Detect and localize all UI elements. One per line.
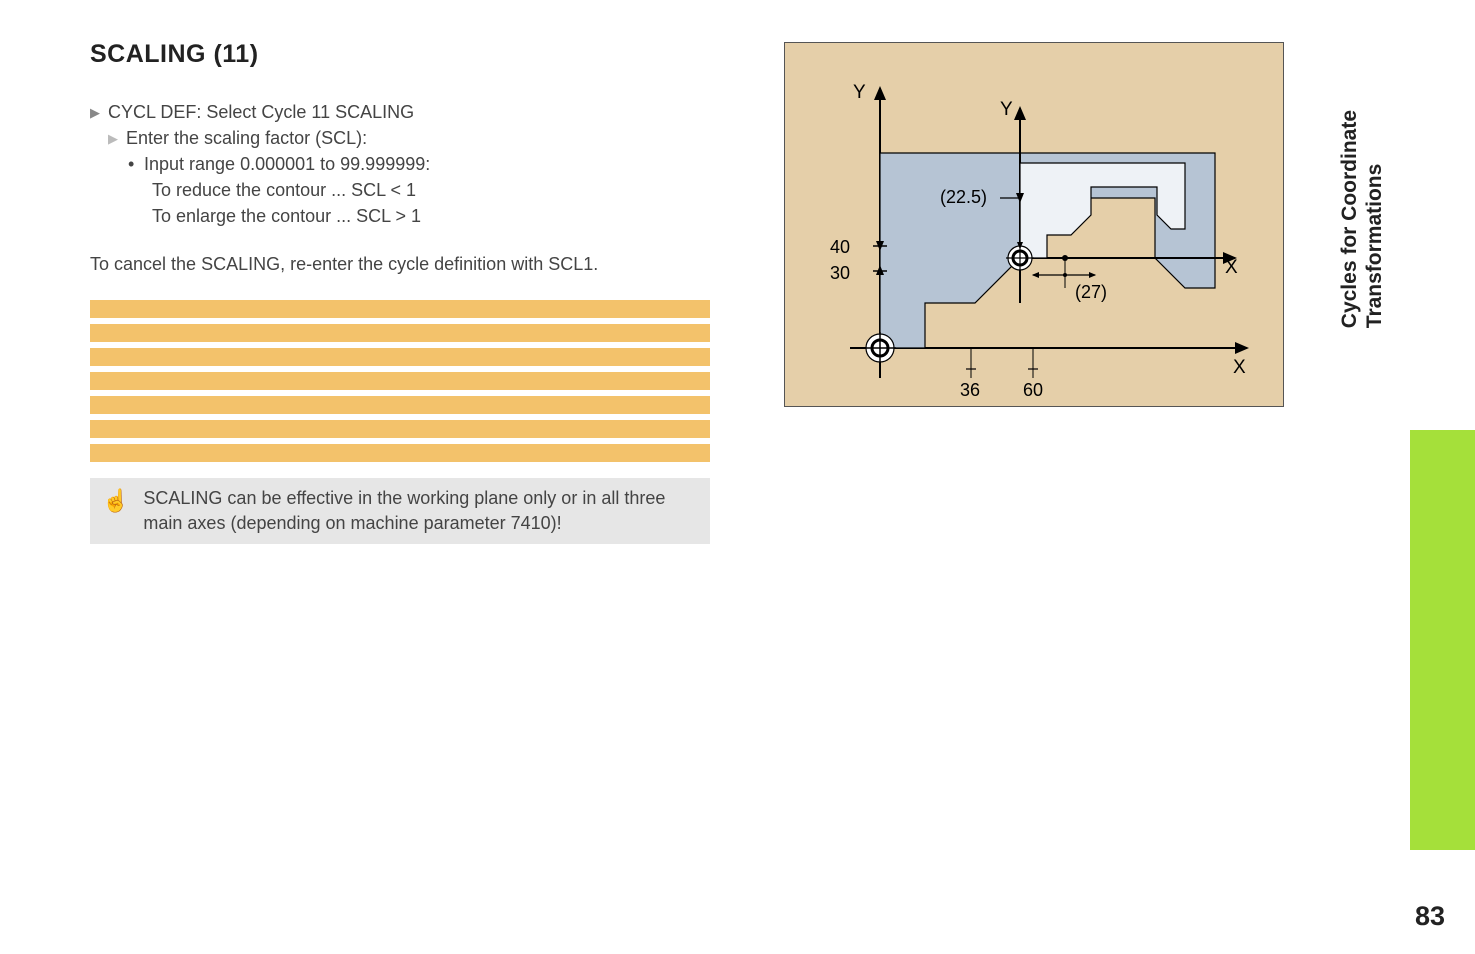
- code-line: [90, 372, 710, 390]
- triangle-right-icon: ▶: [108, 130, 126, 149]
- code-block-placeholder: [90, 300, 710, 462]
- note-box: ☝ SCALING can be effective in the workin…: [90, 478, 710, 544]
- diagram-y30: 30: [830, 263, 850, 283]
- diagram-y40: 40: [830, 237, 850, 257]
- code-line: [90, 396, 710, 414]
- sidebar-line1: Cycles for Coordinate: [1338, 110, 1361, 328]
- bullet-l1-text: CYCL DEF: Select Cycle 11 SCALING: [108, 102, 414, 122]
- code-line: [90, 348, 710, 366]
- bullet-l2-text: Enter the scaling factor (SCL):: [126, 128, 367, 148]
- code-line: [90, 300, 710, 318]
- page-number: 83: [1415, 901, 1445, 932]
- code-line: [90, 324, 710, 342]
- diagram-y-label-outer: Y: [853, 82, 866, 103]
- diagram-y225: (22.5): [940, 187, 987, 207]
- diagram-x60: 60: [1023, 380, 1043, 400]
- section-sidebar-label: Cycles for Coordinate Transformations: [1337, 110, 1387, 328]
- diagram-x-label-inner: X: [1225, 257, 1238, 278]
- triangle-right-icon: ▶: [90, 104, 108, 123]
- hand-point-icon: ☝: [102, 486, 129, 514]
- code-line: [90, 444, 710, 462]
- sidebar-line2: Transformations: [1363, 164, 1386, 329]
- bullet-dot-icon: •: [128, 151, 144, 177]
- bullet-l3-text: Input range 0.000001 to 99.999999:: [144, 154, 430, 174]
- diagram-x27: (27): [1075, 282, 1107, 302]
- diagram-y-label-inner: Y: [1000, 99, 1013, 120]
- diagram-x-label-outer: X: [1233, 357, 1246, 378]
- section-color-tab: [1410, 430, 1475, 850]
- code-line: [90, 420, 710, 438]
- scaling-diagram: Y X Y X 40: [784, 42, 1284, 407]
- diagram-x36: 36: [960, 380, 980, 400]
- note-text: SCALING can be effective in the working …: [143, 486, 698, 536]
